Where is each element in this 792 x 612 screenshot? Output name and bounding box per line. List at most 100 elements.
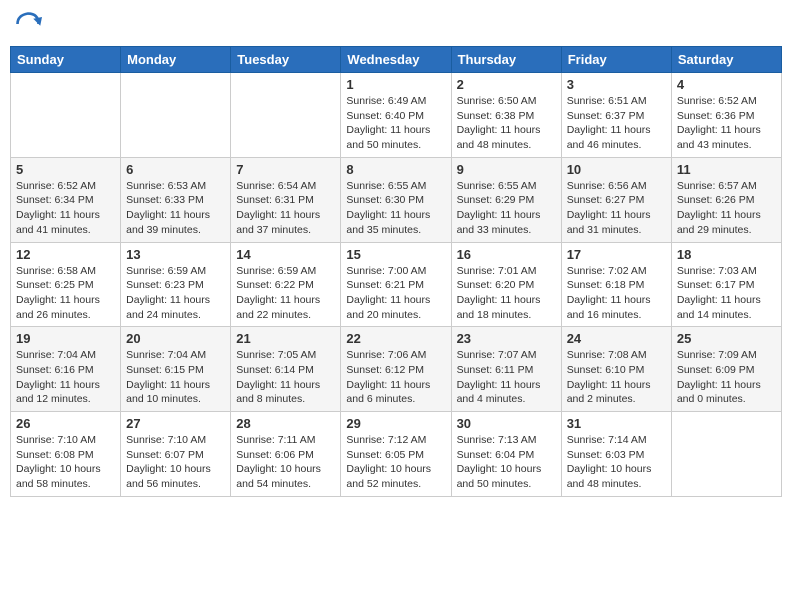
day-number: 22 bbox=[346, 331, 445, 346]
logo bbox=[14, 10, 46, 38]
day-number: 11 bbox=[677, 162, 776, 177]
day-number: 26 bbox=[16, 416, 115, 431]
day-info: Sunrise: 6:57 AM Sunset: 6:26 PM Dayligh… bbox=[677, 179, 776, 238]
calendar-cell: 20 Sunrise: 7:04 AM Sunset: 6:15 PM Dayli… bbox=[121, 327, 231, 412]
calendar-cell: 19Sunrise: 7:04 AM Sunset: 6:16 PM Dayli… bbox=[11, 327, 121, 412]
day-info: Sunrise: 6:59 AM Sunset: 6:22 PM Dayligh… bbox=[236, 264, 335, 323]
day-of-week-header: Friday bbox=[561, 47, 671, 73]
day-info: Sunrise: 6:55 AM Sunset: 6:29 PM Dayligh… bbox=[457, 179, 556, 238]
day-info: Sunrise: 7:06 AM Sunset: 6:12 PM Dayligh… bbox=[346, 348, 445, 407]
day-info: Sunrise: 6:51 AM Sunset: 6:37 PM Dayligh… bbox=[567, 94, 666, 153]
day-info: Sunrise: 7:01 AM Sunset: 6:20 PM Dayligh… bbox=[457, 264, 556, 323]
day-info: Sunrise: 7:12 AM Sunset: 6:05 PM Dayligh… bbox=[346, 433, 445, 492]
calendar-cell: 17 Sunrise: 7:02 AM Sunset: 6:18 PM Dayli… bbox=[561, 242, 671, 327]
calendar-cell: 25 Sunrise: 7:09 AM Sunset: 6:09 PM Dayli… bbox=[671, 327, 781, 412]
day-info: Sunrise: 7:09 AM Sunset: 6:09 PM Dayligh… bbox=[677, 348, 776, 407]
calendar-cell: 15 Sunrise: 7:00 AM Sunset: 6:21 PM Dayli… bbox=[341, 242, 451, 327]
day-number: 20 bbox=[126, 331, 225, 346]
day-info: Sunrise: 7:07 AM Sunset: 6:11 PM Dayligh… bbox=[457, 348, 556, 407]
day-info: Sunrise: 6:52 AM Sunset: 6:34 PM Dayligh… bbox=[16, 179, 115, 238]
calendar-cell: 27 Sunrise: 7:10 AM Sunset: 6:07 PM Dayli… bbox=[121, 412, 231, 497]
day-info: Sunrise: 7:02 AM Sunset: 6:18 PM Dayligh… bbox=[567, 264, 666, 323]
day-number: 5 bbox=[16, 162, 115, 177]
calendar-week-row: 5 Sunrise: 6:52 AM Sunset: 6:34 PM Daylig… bbox=[11, 157, 782, 242]
calendar-cell: 4Sunrise: 6:52 AM Sunset: 6:36 PM Daylig… bbox=[671, 73, 781, 158]
day-info: Sunrise: 6:53 AM Sunset: 6:33 PM Dayligh… bbox=[126, 179, 225, 238]
day-number: 19 bbox=[16, 331, 115, 346]
calendar-table: SundayMondayTuesdayWednesdayThursdayFrid… bbox=[10, 46, 782, 497]
day-number: 4 bbox=[677, 77, 776, 92]
day-number: 9 bbox=[457, 162, 556, 177]
day-number: 16 bbox=[457, 247, 556, 262]
day-number: 31 bbox=[567, 416, 666, 431]
day-number: 8 bbox=[346, 162, 445, 177]
calendar-cell: 23 Sunrise: 7:07 AM Sunset: 6:11 PM Dayli… bbox=[451, 327, 561, 412]
calendar-cell: 28 Sunrise: 7:11 AM Sunset: 6:06 PM Dayli… bbox=[231, 412, 341, 497]
calendar-week-row: 19Sunrise: 7:04 AM Sunset: 6:16 PM Dayli… bbox=[11, 327, 782, 412]
calendar-cell: 1 Sunrise: 6:49 AM Sunset: 6:40 PM Daylig… bbox=[341, 73, 451, 158]
day-of-week-header: Saturday bbox=[671, 47, 781, 73]
day-number: 23 bbox=[457, 331, 556, 346]
day-of-week-header: Sunday bbox=[11, 47, 121, 73]
calendar-cell: 5 Sunrise: 6:52 AM Sunset: 6:34 PM Daylig… bbox=[11, 157, 121, 242]
day-info: Sunrise: 6:56 AM Sunset: 6:27 PM Dayligh… bbox=[567, 179, 666, 238]
calendar-cell: 31Sunrise: 7:14 AM Sunset: 6:03 PM Dayli… bbox=[561, 412, 671, 497]
day-number: 30 bbox=[457, 416, 556, 431]
day-number: 18 bbox=[677, 247, 776, 262]
calendar-cell: 7 Sunrise: 6:54 AM Sunset: 6:31 PM Daylig… bbox=[231, 157, 341, 242]
day-of-week-header: Wednesday bbox=[341, 47, 451, 73]
day-number: 3 bbox=[567, 77, 666, 92]
calendar-cell: 10 Sunrise: 6:56 AM Sunset: 6:27 PM Dayli… bbox=[561, 157, 671, 242]
calendar-cell: 30 Sunrise: 7:13 AM Sunset: 6:04 PM Dayli… bbox=[451, 412, 561, 497]
day-number: 2 bbox=[457, 77, 556, 92]
calendar-week-row: 26 Sunrise: 7:10 AM Sunset: 6:08 PM Dayli… bbox=[11, 412, 782, 497]
day-info: Sunrise: 6:58 AM Sunset: 6:25 PM Dayligh… bbox=[16, 264, 115, 323]
day-info: Sunrise: 7:11 AM Sunset: 6:06 PM Dayligh… bbox=[236, 433, 335, 492]
day-number: 10 bbox=[567, 162, 666, 177]
calendar-cell: 9 Sunrise: 6:55 AM Sunset: 6:29 PM Daylig… bbox=[451, 157, 561, 242]
day-number: 14 bbox=[236, 247, 335, 262]
day-number: 7 bbox=[236, 162, 335, 177]
day-info: Sunrise: 7:04 AM Sunset: 6:15 PM Dayligh… bbox=[126, 348, 225, 407]
day-info: Sunrise: 7:13 AM Sunset: 6:04 PM Dayligh… bbox=[457, 433, 556, 492]
day-number: 24 bbox=[567, 331, 666, 346]
day-number: 27 bbox=[126, 416, 225, 431]
calendar-cell bbox=[671, 412, 781, 497]
calendar-header-row: SundayMondayTuesdayWednesdayThursdayFrid… bbox=[11, 47, 782, 73]
day-number: 29 bbox=[346, 416, 445, 431]
page-header bbox=[10, 10, 782, 38]
day-info: Sunrise: 7:10 AM Sunset: 6:08 PM Dayligh… bbox=[16, 433, 115, 492]
calendar-cell: 11 Sunrise: 6:57 AM Sunset: 6:26 PM Dayli… bbox=[671, 157, 781, 242]
day-info: Sunrise: 7:10 AM Sunset: 6:07 PM Dayligh… bbox=[126, 433, 225, 492]
calendar-cell: 13 Sunrise: 6:59 AM Sunset: 6:23 PM Dayli… bbox=[121, 242, 231, 327]
calendar-cell: 18Sunrise: 7:03 AM Sunset: 6:17 PM Dayli… bbox=[671, 242, 781, 327]
day-of-week-header: Monday bbox=[121, 47, 231, 73]
calendar-cell: 14 Sunrise: 6:59 AM Sunset: 6:22 PM Dayli… bbox=[231, 242, 341, 327]
day-number: 21 bbox=[236, 331, 335, 346]
calendar-cell bbox=[121, 73, 231, 158]
calendar-cell: 21 Sunrise: 7:05 AM Sunset: 6:14 PM Dayli… bbox=[231, 327, 341, 412]
day-number: 25 bbox=[677, 331, 776, 346]
logo-icon bbox=[14, 10, 42, 38]
day-number: 28 bbox=[236, 416, 335, 431]
day-number: 13 bbox=[126, 247, 225, 262]
day-info: Sunrise: 6:54 AM Sunset: 6:31 PM Dayligh… bbox=[236, 179, 335, 238]
calendar-cell: 22 Sunrise: 7:06 AM Sunset: 6:12 PM Dayli… bbox=[341, 327, 451, 412]
calendar-cell bbox=[11, 73, 121, 158]
calendar-cell bbox=[231, 73, 341, 158]
day-info: Sunrise: 7:05 AM Sunset: 6:14 PM Dayligh… bbox=[236, 348, 335, 407]
day-info: Sunrise: 6:49 AM Sunset: 6:40 PM Dayligh… bbox=[346, 94, 445, 153]
calendar-cell: 2 Sunrise: 6:50 AM Sunset: 6:38 PM Daylig… bbox=[451, 73, 561, 158]
calendar-week-row: 12Sunrise: 6:58 AM Sunset: 6:25 PM Dayli… bbox=[11, 242, 782, 327]
day-info: Sunrise: 6:55 AM Sunset: 6:30 PM Dayligh… bbox=[346, 179, 445, 238]
day-info: Sunrise: 6:50 AM Sunset: 6:38 PM Dayligh… bbox=[457, 94, 556, 153]
day-info: Sunrise: 7:00 AM Sunset: 6:21 PM Dayligh… bbox=[346, 264, 445, 323]
day-number: 6 bbox=[126, 162, 225, 177]
day-number: 17 bbox=[567, 247, 666, 262]
calendar-cell: 12Sunrise: 6:58 AM Sunset: 6:25 PM Dayli… bbox=[11, 242, 121, 327]
day-info: Sunrise: 6:59 AM Sunset: 6:23 PM Dayligh… bbox=[126, 264, 225, 323]
day-number: 1 bbox=[346, 77, 445, 92]
calendar-week-row: 1 Sunrise: 6:49 AM Sunset: 6:40 PM Daylig… bbox=[11, 73, 782, 158]
day-number: 15 bbox=[346, 247, 445, 262]
day-of-week-header: Thursday bbox=[451, 47, 561, 73]
